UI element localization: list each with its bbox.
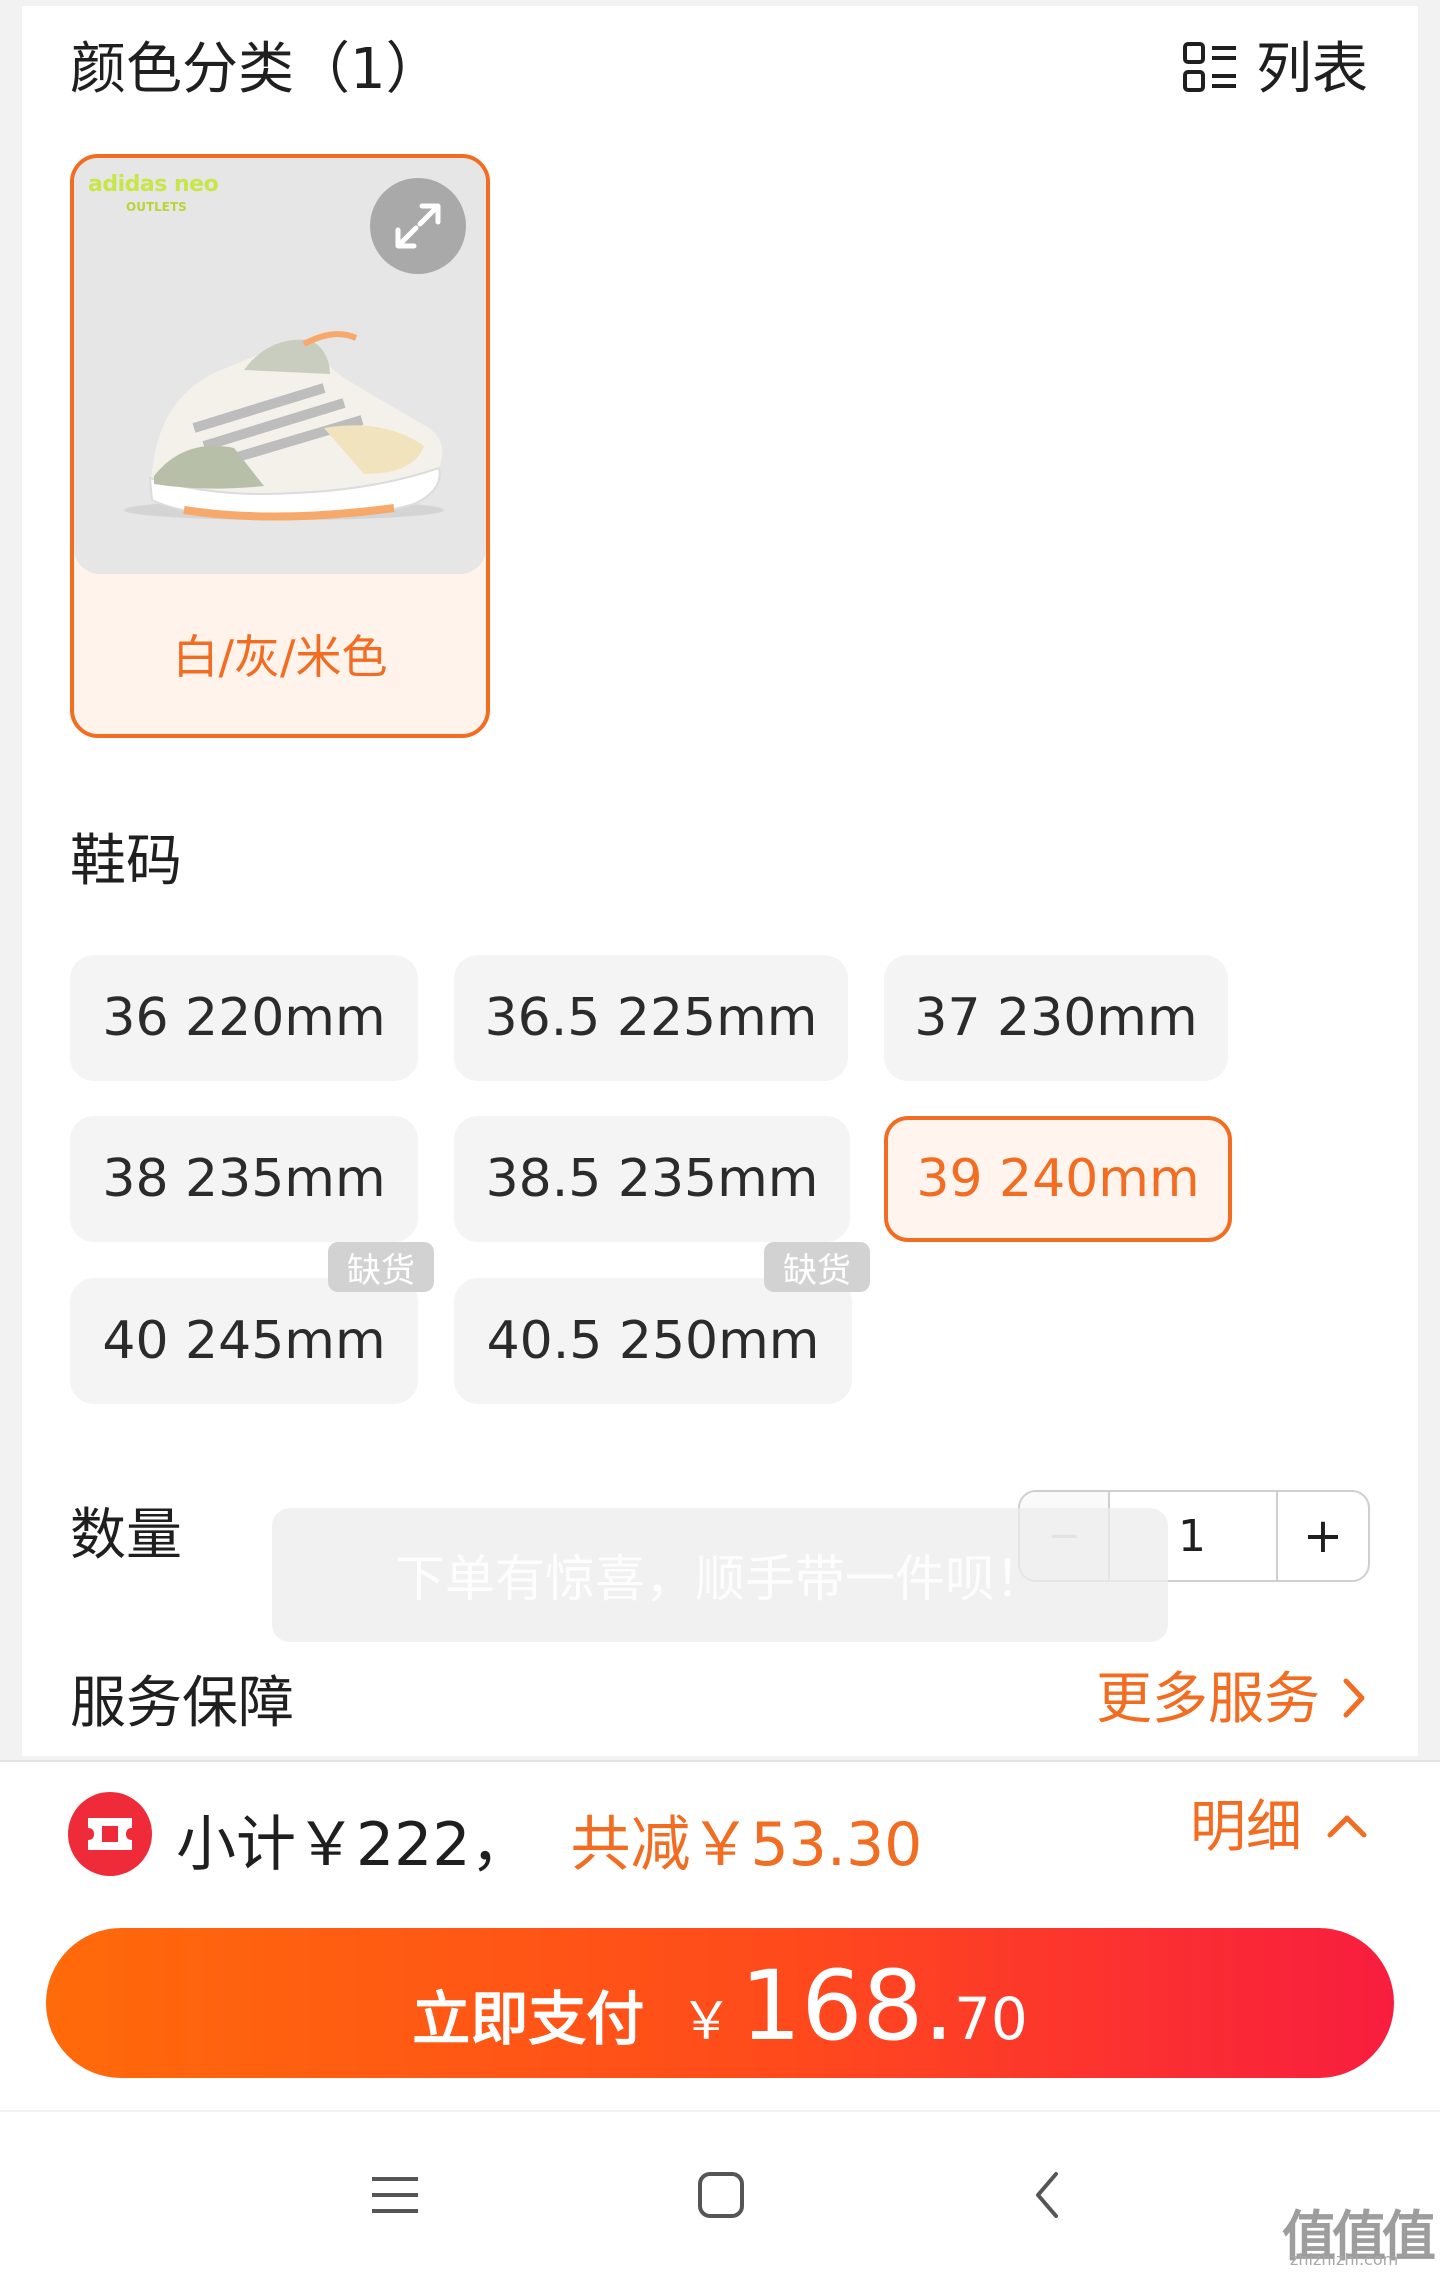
home-icon[interactable] [686, 2160, 756, 2230]
watermark-url: zhizhizhi.com [1290, 2250, 1399, 2269]
pay-now-label: 立即支付 [412, 1985, 645, 2053]
sneaker-image [124, 331, 444, 521]
chevron-right-icon [1340, 1673, 1370, 1727]
size-section-title: 鞋码 [70, 829, 182, 894]
back-icon[interactable] [1012, 2160, 1082, 2230]
quantity-section-title: 数量 [70, 1503, 182, 1568]
size-option-39-selected[interactable]: 39 240mm [884, 1116, 1232, 1242]
price-detail-label: 明细 [1190, 1795, 1302, 1860]
pay-amount-integer: 168. [740, 1950, 954, 2062]
size-option-40[interactable]: 40 245mm [70, 1278, 418, 1404]
coupon-icon [68, 1792, 152, 1876]
more-services-label: 更多服务 [1096, 1667, 1320, 1732]
list-view-label: 列表 [1256, 37, 1368, 102]
size-option-36-5[interactable]: 36.5 225mm [454, 955, 848, 1081]
product-thumbnail: adidas neo OUTLETS [74, 158, 486, 574]
out-of-stock-badge: 缺货 [764, 1242, 870, 1292]
color-section-title: 颜色分类（1） [70, 37, 442, 102]
service-section-title: 服务保障 [70, 1671, 294, 1736]
size-option-38[interactable]: 38 235mm [70, 1116, 418, 1242]
size-option-37[interactable]: 37 230mm [884, 955, 1228, 1081]
expand-icon[interactable] [370, 178, 466, 274]
discount-text: 共减￥53.30 [570, 1810, 923, 1880]
size-option-36[interactable]: 36 220mm [70, 955, 418, 1081]
price-detail-toggle[interactable]: 明细 [1190, 1800, 1370, 1856]
menu-icon[interactable] [360, 2160, 430, 2230]
size-option-38-5[interactable]: 38.5 235mm [454, 1116, 850, 1242]
more-services-link[interactable]: 更多服务 [1096, 1672, 1370, 1728]
list-view-icon [1182, 40, 1238, 100]
chevron-up-icon [1324, 1811, 1370, 1845]
color-option-card[interactable]: adidas neo OUTLETS 白/灰/米色 [70, 154, 490, 738]
promo-toast: 下单有惊喜，顺手带一件呗！ [272, 1508, 1168, 1642]
color-option-name: 白/灰/米色 [172, 630, 388, 684]
increase-quantity-button[interactable]: + [1278, 1492, 1368, 1580]
brand-logo: adidas neo [88, 172, 219, 197]
pay-now-button[interactable]: 立即支付 ￥ 168. 70 [46, 1928, 1394, 2078]
subtotal-text: 小计￥222， [176, 1810, 531, 1880]
size-option-40-5[interactable]: 40.5 250mm [454, 1278, 852, 1404]
out-of-stock-badge: 缺货 [328, 1242, 434, 1292]
brand-logo-sub: OUTLETS [126, 200, 187, 214]
pay-currency: ￥ [680, 1992, 733, 2052]
price-summary: 小计￥222， 共减￥53.30 [176, 1796, 922, 1883]
list-view-toggle[interactable]: 列表 [1182, 40, 1368, 100]
pay-amount-decimal: 70 [953, 1985, 1028, 2053]
